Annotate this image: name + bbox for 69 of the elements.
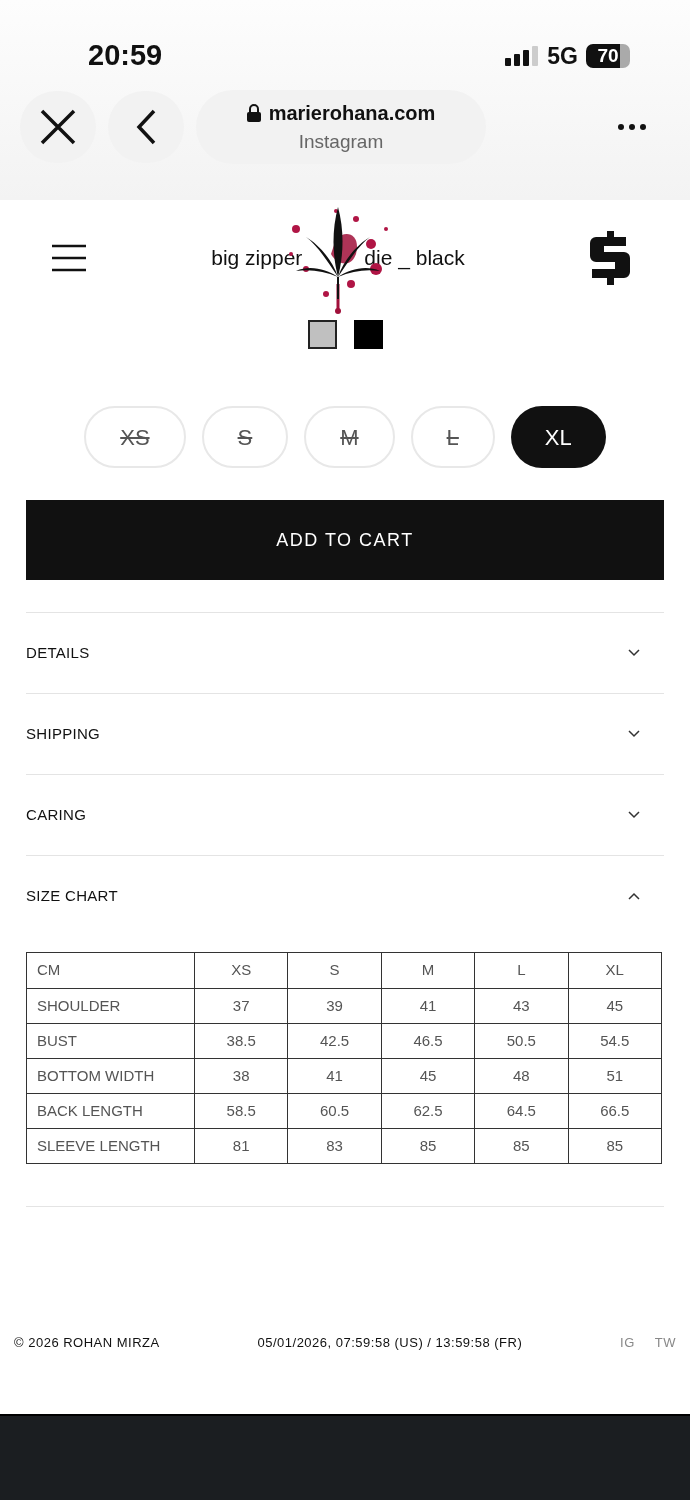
table-cell: 54.5 — [568, 1023, 662, 1059]
signal-icon — [505, 46, 540, 66]
size-option[interactable]: L — [410, 406, 495, 468]
copyright-text: © 2026 ROHAN MIRZA — [14, 1334, 160, 1353]
table-cell: 38.5 — [194, 1023, 288, 1059]
table-cell: BOTTOM WIDTH — [26, 1058, 195, 1094]
dollar-icon[interactable] — [590, 231, 630, 285]
table-cell: 58.5 — [194, 1093, 288, 1129]
table-cell: 50.5 — [474, 1023, 569, 1059]
table-header-cell: XS — [194, 952, 288, 989]
table-cell: 85 — [381, 1128, 475, 1164]
table-cell: 46.5 — [381, 1023, 475, 1059]
table-cell: 48 — [474, 1058, 569, 1094]
size-option[interactable]: XS — [84, 406, 186, 468]
table-cell: BUST — [26, 1023, 195, 1059]
chevron-up-icon — [628, 892, 640, 900]
chevron-down-icon — [628, 811, 640, 819]
social-link[interactable]: IG — [620, 1333, 635, 1353]
color-swatch[interactable] — [307, 320, 337, 349]
table-cell: 45 — [381, 1058, 475, 1094]
clock-time: 20:59 — [88, 38, 163, 74]
battery-indicator: 70 — [586, 44, 630, 68]
color-swatch[interactable] — [353, 320, 383, 349]
table-cell: 39 — [287, 988, 382, 1024]
table-cell: 83 — [287, 1128, 382, 1164]
timestamp-text: 05/01/2026, 07:59:58 (US) / 13:59:58 (FR) — [257, 1334, 523, 1353]
table-cell: 41 — [287, 1058, 382, 1094]
accordion-header[interactable]: DETAILS — [26, 613, 664, 693]
table-header-cell: XL — [568, 952, 662, 989]
site-domain: marierohana.com — [268, 100, 436, 126]
close-icon — [40, 109, 76, 145]
accordion-header[interactable]: CARING — [26, 775, 664, 855]
table-cell: BACK LENGTH — [26, 1093, 195, 1129]
table-cell: 62.5 — [381, 1093, 475, 1129]
table-cell: SLEEVE LENGTH — [26, 1128, 195, 1164]
chevron-down-icon — [628, 649, 640, 657]
table-header-cell: L — [474, 952, 569, 989]
back-icon — [136, 109, 156, 145]
table-header-cell: M — [381, 952, 475, 989]
size-option[interactable]: S — [201, 406, 289, 468]
chevron-down-icon — [628, 730, 640, 738]
lock-icon — [246, 103, 261, 122]
table-cell: 38 — [194, 1058, 288, 1094]
table-cell: 85 — [568, 1128, 662, 1164]
network-label: 5G — [547, 41, 578, 71]
table-cell: SHOULDER — [26, 988, 195, 1024]
table-cell: 51 — [568, 1058, 662, 1094]
accordion-header[interactable]: SIZE CHART — [26, 856, 664, 936]
menu-icon[interactable] — [52, 244, 86, 272]
table-cell: 66.5 — [568, 1093, 662, 1129]
table-cell: 43 — [474, 988, 569, 1024]
table-header-cell: CM — [26, 952, 195, 989]
table-cell: 37 — [194, 988, 288, 1024]
more-icon[interactable] — [618, 124, 646, 130]
table-cell: 45 — [568, 988, 662, 1024]
add-to-cart-button[interactable]: ADD TO CART — [26, 500, 664, 580]
size-option[interactable]: M — [304, 406, 395, 468]
table-cell: 60.5 — [287, 1093, 382, 1129]
table-cell: 85 — [474, 1128, 569, 1164]
table-cell: 41 — [381, 988, 475, 1024]
table-header-cell: S — [287, 952, 382, 989]
source-label: Instagram — [298, 129, 384, 154]
size-option[interactable]: XL — [510, 406, 606, 468]
product-title: big zipper die _ black — [211, 245, 465, 272]
table-cell: 42.5 — [287, 1023, 382, 1059]
social-link[interactable]: TW — [654, 1333, 676, 1353]
table-cell: 81 — [194, 1128, 288, 1164]
table-cell: 64.5 — [474, 1093, 569, 1129]
accordion-header[interactable]: SHIPPING — [26, 694, 664, 774]
